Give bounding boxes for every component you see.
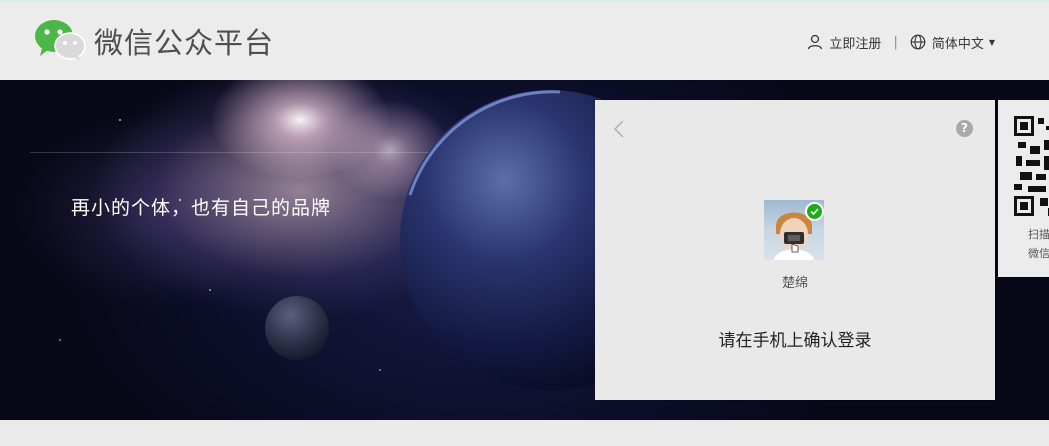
- confirm-login-message: 请在手机上确认登录: [718, 331, 872, 351]
- footer-strip: [0, 420, 1049, 446]
- globe-icon: [910, 34, 926, 50]
- register-label: 立即注册: [829, 36, 882, 52]
- login-panel: ? 楚绵 请在手机上确认登录: [595, 100, 995, 400]
- wechat-logo[interactable]: [34, 18, 86, 62]
- question-icon[interactable]: ?: [956, 120, 973, 137]
- user-nickname: 楚绵: [781, 276, 808, 291]
- qr-code-icon: [1014, 116, 1049, 216]
- nav-separator: |: [893, 34, 898, 50]
- brand-title: 微信公众平台: [94, 26, 275, 60]
- language-label: 简体中文: [931, 36, 984, 52]
- register-link[interactable]: 立即注册: [807, 33, 881, 52]
- user-icon: [808, 34, 823, 50]
- language-selector[interactable]: 简体中文 ▼: [910, 33, 995, 52]
- user-avatar: [764, 200, 824, 260]
- qr-hint-line2: 微信: [1028, 247, 1049, 260]
- header: 微信公众平台 立即注册 | 简体中文 ▼: [0, 2, 1049, 80]
- qr-login-card[interactable]: 扫描 微信: [998, 100, 1049, 277]
- banner-slogan: 再小的个体，也有自己的品牌: [71, 197, 332, 219]
- check-icon: [805, 202, 824, 221]
- top-nav: 立即注册 | 简体中文 ▼: [807, 30, 995, 54]
- caret-down-icon: ▼: [988, 37, 995, 47]
- chevron-left-icon[interactable]: [613, 120, 625, 138]
- qr-hint-line1: 扫描: [1028, 228, 1049, 241]
